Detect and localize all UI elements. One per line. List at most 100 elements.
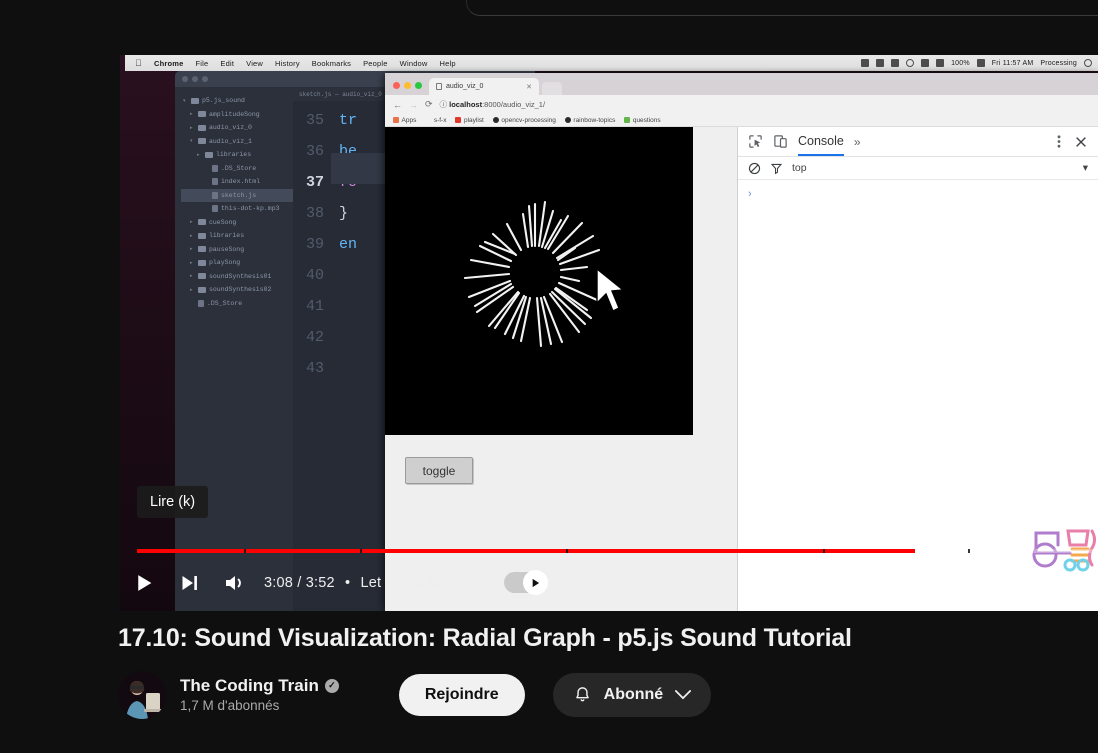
bookmark-label: rainbow-topics <box>573 116 616 124</box>
tab-close-icon[interactable]: ✕ <box>526 83 532 91</box>
tab-console[interactable]: Console <box>798 134 844 156</box>
bookmark-questions[interactable]: questions <box>624 117 661 124</box>
tree-folder[interactable]: ▸ pauseSong <box>181 243 293 257</box>
avatar[interactable] <box>118 671 166 719</box>
tree-item-label: this-dot-kp.mp3 <box>221 205 280 213</box>
volume-button[interactable] <box>212 559 258 606</box>
file-icon <box>212 178 218 186</box>
bookmark-label: s-f-x <box>433 116 447 124</box>
join-button[interactable]: Rejoindre <box>398 674 525 716</box>
chapter-title[interactable]: Let r be a func… <box>360 575 470 591</box>
folder-icon <box>198 286 206 293</box>
tree-folder[interactable]: ▸ soundSynthesis02 <box>181 283 293 297</box>
macbar-item-history: History <box>268 58 300 68</box>
folder-icon <box>198 246 206 253</box>
channel-row: The Coding Train ✓ 1,7 M d'abonnés Rejoi… <box>118 671 1098 719</box>
devtools-toolbar: Console » <box>738 127 1098 157</box>
line-number-gutter: 35 36 37 38 39 40 41 42 43 <box>293 105 331 384</box>
close-icon[interactable] <box>1074 135 1088 149</box>
search-icon <box>1084 59 1092 67</box>
console-filter-bar: top ▾ <box>738 157 1098 180</box>
progress-bar[interactable] <box>120 547 1098 554</box>
next-video-button[interactable] <box>166 559 212 606</box>
tree-item-label: libraries <box>209 232 245 240</box>
music-note-icon <box>425 117 431 123</box>
autoplay-toggle[interactable] <box>499 568 551 598</box>
inspect-element-icon[interactable] <box>748 134 763 149</box>
file-tree[interactable]: ▾ p5.js_sound ▸ amplitudeSong ▸ audio_viz_0 ▾ a… <box>175 87 293 611</box>
toggle-button[interactable]: toggle <box>405 457 473 484</box>
browser-content: toggle Console » top ▾ › <box>385 127 1098 611</box>
browser-url-bar[interactable]: ← → ⟳ ⓘ localhost:8000/audio_viz_1/ <box>385 95 1098 114</box>
tree-item-label: soundSynthesis01 <box>209 272 272 280</box>
video-player[interactable]:  Chrome File Edit View History Bookmark… <box>120 55 1098 611</box>
tree-folder[interactable]: ▸ audio_viz_0 <box>181 121 293 135</box>
tree-folder[interactable]: ▸ amplitudeSong <box>181 108 293 122</box>
tree-file[interactable]: index.html <box>181 175 293 189</box>
zoom-dot-icon[interactable] <box>415 82 422 89</box>
apps-grid-icon <box>393 117 399 123</box>
subscribed-button[interactable]: Abonné <box>552 673 712 717</box>
tree-folder[interactable]: ▾ audio_viz_1 <box>181 135 293 149</box>
info-icon[interactable]: ⓘ <box>440 100 448 109</box>
chapter-marker <box>968 549 970 553</box>
apple-icon:  <box>135 58 142 68</box>
back-icon[interactable]: ← <box>393 100 402 110</box>
bookmark-rainbow-topics[interactable]: rainbow-topics <box>564 116 616 124</box>
line-number: 41 <box>305 298 324 315</box>
forward-icon: → <box>409 99 418 110</box>
tree-folder[interactable]: ▸ libraries <box>181 229 293 243</box>
subtitles-button[interactable] <box>868 559 914 606</box>
clock: Fri 11:57 AM <box>991 59 1034 67</box>
settings-button[interactable] <box>914 559 960 606</box>
bookmark-sfx[interactable]: s-f-x <box>425 116 447 124</box>
channel-name-row[interactable]: The Coding Train ✓ <box>180 675 339 696</box>
tree-folder[interactable]: ▸ libraries <box>181 148 293 162</box>
chevron-down-icon <box>675 690 692 700</box>
console-prompt[interactable]: › <box>738 180 1098 208</box>
tree-file[interactable]: sketch.js <box>181 188 293 202</box>
controls-right <box>868 559 1098 606</box>
play-button[interactable] <box>120 559 166 606</box>
miniplayer-button[interactable] <box>960 559 1006 606</box>
filter-icon[interactable] <box>770 162 783 175</box>
bell-icon <box>573 685 592 705</box>
device-toolbar-icon[interactable] <box>773 134 788 149</box>
kebab-menu-icon[interactable] <box>1057 134 1061 149</box>
url-text[interactable]: ⓘ localhost:8000/audio_viz_1/ <box>440 99 546 110</box>
devtools-overflow-icon[interactable]: » <box>854 135 861 149</box>
clear-console-icon[interactable] <box>748 162 761 175</box>
bookmark-opencv[interactable]: opencv-processing <box>492 117 556 124</box>
tree-folder[interactable]: ▸ playSong <box>181 256 293 270</box>
folder-icon <box>198 111 206 118</box>
tree-file[interactable]: this-dot-kp.mp3 <box>181 202 293 216</box>
close-dot-icon[interactable] <box>393 82 400 89</box>
disclosure-triangle-icon: ▸ <box>190 219 193 226</box>
fullscreen-button[interactable] <box>1052 559 1098 606</box>
disclosure-triangle-icon: ▸ <box>190 124 193 131</box>
browser-tab[interactable]: audio_viz_0 ✕ <box>429 78 539 95</box>
p5-canvas[interactable] <box>385 127 693 435</box>
bookmarks-bar[interactable]: Apps s-f-x playlist opencv-processing ra… <box>385 114 1098 127</box>
chevron-down-icon[interactable]: ▾ <box>1083 162 1088 174</box>
minimize-dot-icon[interactable] <box>404 82 411 89</box>
tree-folder[interactable]: ▸ cueSong <box>181 216 293 230</box>
new-tab-button[interactable] <box>542 82 562 95</box>
page-title: 17.10: Sound Visualization: Radial Graph… <box>118 624 852 652</box>
leaf-icon <box>624 117 631 123</box>
theater-mode-button[interactable] <box>1006 559 1052 606</box>
youtube-icon <box>455 117 462 123</box>
tree-file[interactable]: .DS_Store <box>181 297 293 311</box>
tree-file[interactable]: .DS_Store <box>181 162 293 176</box>
macbar-item-file: File <box>188 58 209 68</box>
tree-folder[interactable]: ▸ soundSynthesis01 <box>181 270 293 284</box>
disclosure-triangle-icon: ▸ <box>190 286 193 293</box>
tree-folder[interactable]: ▾ p5.js_sound <box>181 94 293 108</box>
console-context[interactable]: top <box>792 162 807 174</box>
bookmark-apps[interactable]: Apps <box>393 117 416 124</box>
battery-icon <box>976 59 985 67</box>
chapter-next-icon[interactable]: › <box>483 573 499 593</box>
reload-icon[interactable]: ⟳ <box>425 99 433 110</box>
bookmark-playlist[interactable]: playlist <box>455 117 484 124</box>
window-traffic-lights[interactable] <box>391 82 429 95</box>
